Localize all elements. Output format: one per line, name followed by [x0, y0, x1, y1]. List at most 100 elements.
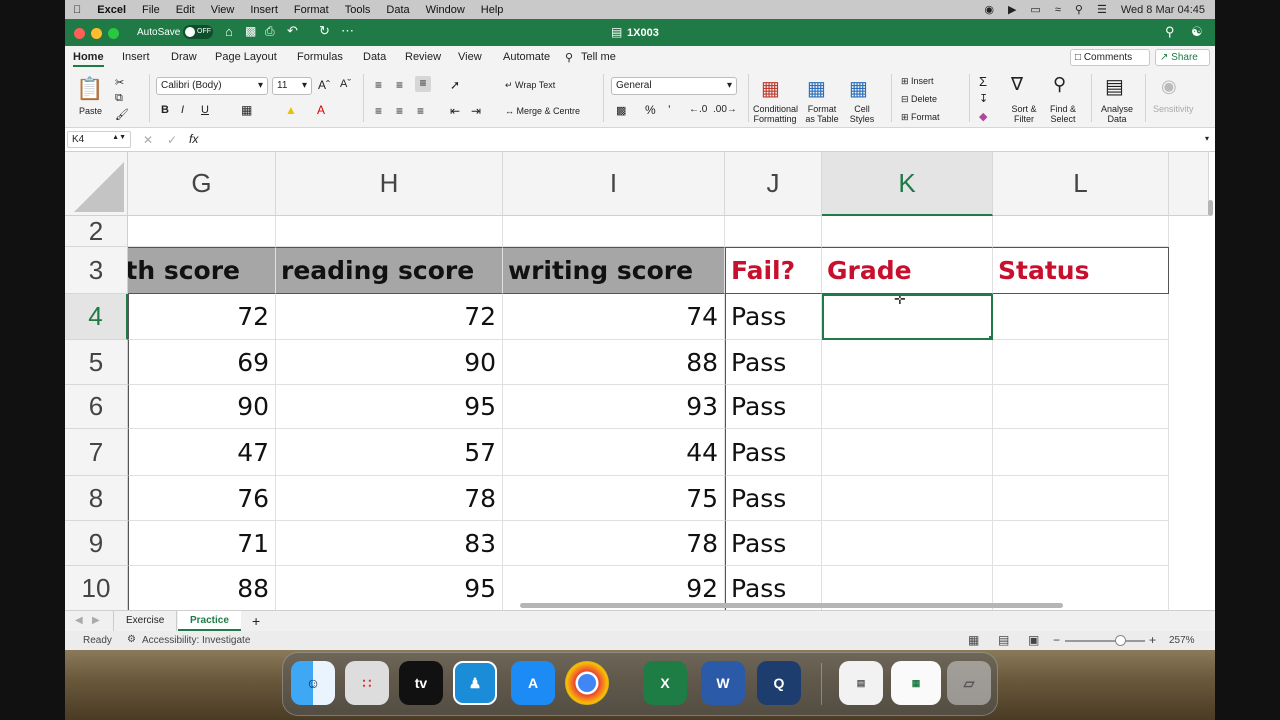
cell-l5[interactable]: [993, 340, 1169, 385]
decrease-indent-icon[interactable]: ⇤: [450, 104, 460, 118]
quicktime-icon[interactable]: Q: [757, 661, 801, 705]
cell-j3-header[interactable]: Fail?: [725, 247, 822, 294]
cell-j5[interactable]: Pass: [725, 340, 822, 385]
format-painter-icon[interactable]: 🖌: [115, 108, 129, 121]
row-header-9[interactable]: 9: [65, 521, 128, 566]
tab-home[interactable]: Home: [73, 51, 104, 67]
cell-l2[interactable]: [993, 216, 1169, 247]
formula-input[interactable]: [211, 130, 1201, 149]
more-icon[interactable]: ⋯: [341, 23, 354, 39]
sheet-tab-practice[interactable]: Practice: [178, 611, 241, 631]
select-all-corner[interactable]: [65, 152, 128, 216]
cell-k4-selected[interactable]: ✛: [822, 294, 993, 340]
column-header-i[interactable]: I: [503, 152, 725, 216]
cell-j4[interactable]: Pass: [725, 294, 822, 340]
name-box[interactable]: K4 ▲▼: [67, 131, 131, 148]
cell-g6[interactable]: 90: [128, 385, 276, 429]
menu-help[interactable]: Help: [473, 4, 512, 16]
comments-button[interactable]: □ Comments: [1070, 49, 1150, 66]
cell-h10[interactable]: 95: [276, 566, 503, 610]
cell-j9[interactable]: Pass: [725, 521, 822, 566]
undo-icon[interactable]: ↶: [287, 23, 298, 39]
zoom-window-icon[interactable]: [108, 28, 119, 39]
format-cells-button[interactable]: ⊞ Format: [901, 112, 940, 123]
decrease-font-icon[interactable]: Aˇ: [340, 78, 351, 90]
cell-g10[interactable]: 88: [128, 566, 276, 610]
currency-icon[interactable]: ▩: [616, 104, 626, 117]
zoom-slider[interactable]: [1065, 640, 1145, 642]
column-header-m[interactable]: [1169, 152, 1209, 216]
play-icon[interactable]: ▶: [1008, 3, 1016, 16]
conditional-formatting-button[interactable]: Conditional Formatting: [753, 104, 798, 124]
font-size-select[interactable]: 11 ▾: [272, 77, 312, 95]
cell-g8[interactable]: 76: [128, 476, 276, 521]
cell-k5[interactable]: [822, 340, 993, 385]
apple-tv-icon[interactable]: tv: [399, 661, 443, 705]
bold-icon[interactable]: B: [161, 104, 169, 116]
cell-styles-button[interactable]: Cell Styles: [845, 104, 879, 124]
cell-h9[interactable]: 83: [276, 521, 503, 566]
save-icon[interactable]: ▩: [245, 24, 256, 38]
zoom-slider-thumb[interactable]: [1115, 635, 1126, 646]
sheet-tab-exercise[interactable]: Exercise: [113, 611, 178, 631]
format-as-table-button[interactable]: Format as Table: [803, 104, 841, 124]
sensitivity-icon[interactable]: ◉: [1161, 76, 1177, 97]
cell-l9[interactable]: [993, 521, 1169, 566]
cell-g3-header[interactable]: ath score: [128, 247, 276, 294]
next-sheet-icon[interactable]: ▶: [92, 615, 100, 626]
cell-g7[interactable]: 47: [128, 429, 276, 476]
row-header-5[interactable]: 5: [65, 340, 128, 385]
close-window-icon[interactable]: [74, 28, 85, 39]
tell-me-field[interactable]: Tell me: [581, 51, 616, 63]
align-top-icon[interactable]: ≡: [375, 78, 382, 92]
align-right-icon[interactable]: ≡: [417, 104, 424, 118]
row-header-2[interactable]: 2: [65, 216, 128, 247]
sort-filter-icon[interactable]: ∇: [1011, 74, 1023, 95]
increase-indent-icon[interactable]: ⇥: [471, 104, 481, 118]
cell-g9[interactable]: 71: [128, 521, 276, 566]
paste-icon[interactable]: 📋: [73, 72, 107, 106]
normal-view-icon[interactable]: ▦: [968, 633, 979, 647]
row-header-7[interactable]: 7: [65, 429, 128, 476]
cell-i7[interactable]: 44: [503, 429, 725, 476]
excel-icon[interactable]: X: [643, 661, 687, 705]
cell-h7[interactable]: 57: [276, 429, 503, 476]
merge-centre-button[interactable]: ↔ Merge & Centre: [505, 106, 580, 116]
format-as-table-icon[interactable]: ▦: [807, 76, 826, 101]
cell-l3-header[interactable]: Status: [993, 247, 1169, 294]
confirm-formula-icon[interactable]: ✓: [167, 133, 177, 147]
autosave-toggle[interactable]: OFF: [183, 25, 213, 39]
conditional-formatting-icon[interactable]: ▦: [761, 76, 780, 101]
clear-icon[interactable]: ◆: [979, 110, 987, 123]
cell-h3-header[interactable]: reading score: [276, 247, 503, 294]
column-header-j[interactable]: J: [725, 152, 822, 216]
document-thumbnail-icon[interactable]: ▤: [839, 661, 883, 705]
menu-app-name[interactable]: Excel: [89, 4, 134, 16]
trash-icon[interactable]: ▱: [947, 661, 991, 705]
row-header-3[interactable]: 3: [65, 247, 128, 294]
column-header-h[interactable]: H: [276, 152, 503, 216]
copy-icon[interactable]: ⧉: [115, 92, 123, 105]
app-store-icon[interactable]: A: [511, 661, 555, 705]
search-icon[interactable]: ⚲: [1075, 3, 1083, 16]
cell-i3-header[interactable]: writing score: [503, 247, 725, 294]
sort-filter-button[interactable]: Sort & Filter: [1007, 104, 1041, 124]
word-icon[interactable]: W: [701, 661, 745, 705]
zoom-level[interactable]: 257%: [1169, 635, 1195, 646]
wrap-text-button[interactable]: ↵ Wrap Text: [505, 80, 555, 91]
italic-icon[interactable]: I: [181, 104, 184, 116]
share-people-icon[interactable]: ☯: [1191, 24, 1203, 40]
decrease-decimal-icon[interactable]: .00→: [713, 104, 737, 115]
record-icon[interactable]: ◉: [984, 3, 994, 16]
spreadsheet-thumbnail-icon[interactable]: ▦: [891, 661, 941, 705]
print-icon[interactable]: ⎙: [265, 24, 275, 39]
align-middle-icon[interactable]: ≡: [396, 78, 403, 92]
cell-h5[interactable]: 90: [276, 340, 503, 385]
zoom-out-icon[interactable]: −: [1053, 633, 1060, 647]
analyse-data-icon[interactable]: ▤: [1105, 74, 1124, 99]
autosum-icon[interactable]: Σ: [979, 74, 987, 89]
column-header-g[interactable]: G: [128, 152, 276, 216]
home-icon[interactable]: ⌂: [225, 24, 233, 39]
zoom-in-icon[interactable]: +: [1149, 633, 1156, 647]
tab-formulas[interactable]: Formulas: [297, 51, 343, 63]
